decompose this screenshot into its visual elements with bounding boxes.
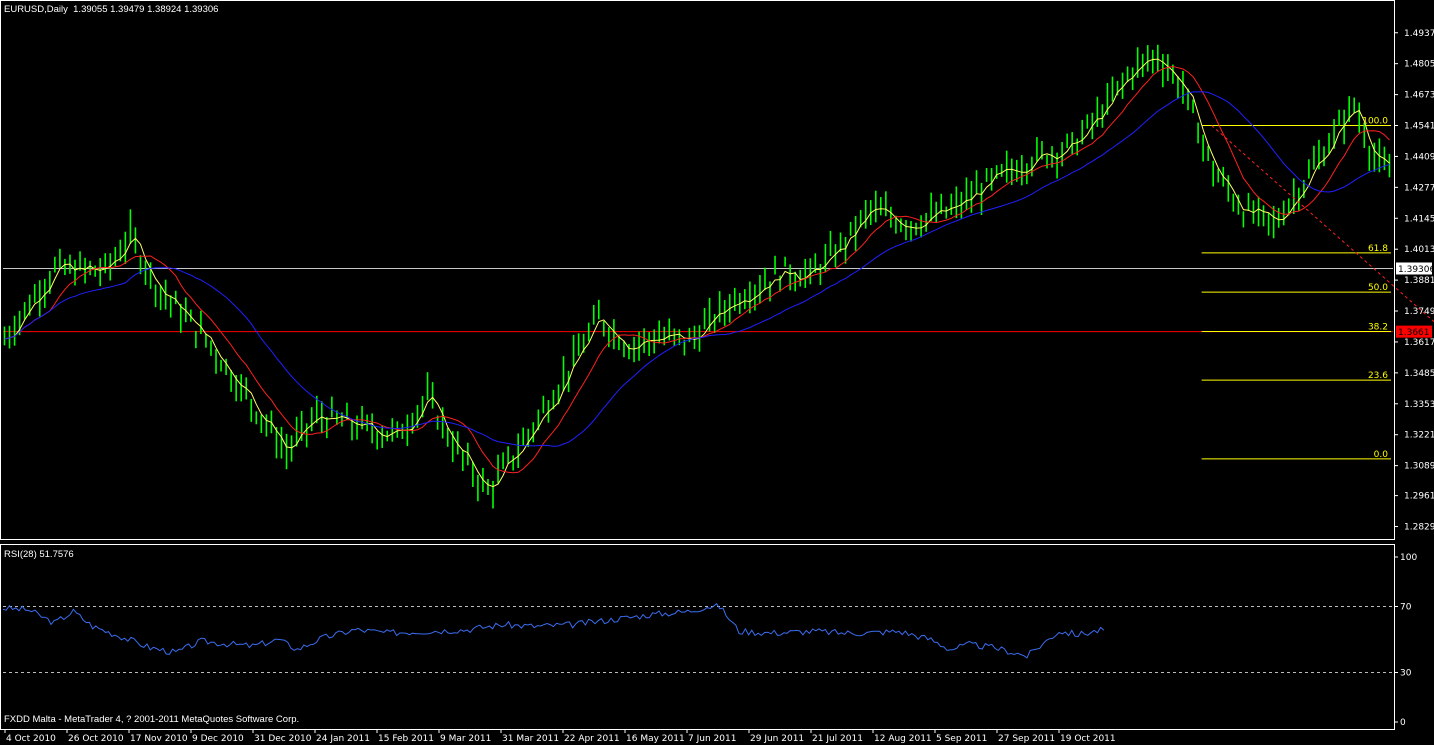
time-tick-label: 17 Nov 2010 xyxy=(130,734,188,744)
price-tick-label: 1.40130 xyxy=(1404,245,1434,255)
price-tick-label: 1.36170 xyxy=(1404,338,1434,348)
price-tick-label: 1.30890 xyxy=(1404,462,1434,472)
time-tick-label: 9 Mar 2011 xyxy=(440,734,491,744)
time-tick-label: 19 Oct 2011 xyxy=(1060,734,1116,744)
rsi-tick-label: 100 xyxy=(1400,553,1417,563)
price-tick-label: 1.46730 xyxy=(1404,91,1434,101)
time-tick-label: 24 Jan 2011 xyxy=(316,734,370,744)
fib-level-label: 0.0 xyxy=(1374,450,1389,460)
fib-level-label: 38.2 xyxy=(1368,323,1388,333)
time-tick-label: 15 Feb 2011 xyxy=(378,734,434,744)
time-tick-label: 9 Dec 2010 xyxy=(192,734,244,744)
time-tick-label: 31 Dec 2010 xyxy=(254,734,312,744)
price-tick-label: 1.37490 xyxy=(1404,307,1434,317)
time-tick-label: 29 Jun 2011 xyxy=(750,734,804,744)
rsi-tick-label: 70 xyxy=(1400,603,1412,613)
time-tick-label: 7 Jun 2011 xyxy=(688,734,736,744)
symbol-header: EURUSD,Daily 1.39055 1.39479 1.38924 1.3… xyxy=(4,4,219,15)
time-tick-label: 27 Sep 2011 xyxy=(998,734,1055,744)
price-tick-label: 1.42770 xyxy=(1404,183,1434,193)
time-tick-label: 5 Sep 2011 xyxy=(936,734,987,744)
metatrader-chart-window[interactable]: 100.0 61.8 50.0 38.2 23.6 0.0 1.49370 1.48050 1… xyxy=(0,0,1434,745)
price-tick-label: 1.29610 xyxy=(1404,492,1434,502)
price-tick-label: 1.41450 xyxy=(1404,214,1434,224)
fib-level-label: 50.0 xyxy=(1368,283,1388,293)
fib-level-label: 100.0 xyxy=(1362,117,1388,127)
fib-level-label: 61.8 xyxy=(1368,244,1388,254)
chart-background xyxy=(0,0,1434,745)
price-tick-label: 1.38810 xyxy=(1404,276,1434,286)
price-tick-label: 1.32210 xyxy=(1404,431,1434,441)
price-tick-label: 1.48050 xyxy=(1404,60,1434,70)
copyright-text: FXDD Malta - MetaTrader 4, ? 2001-2011 M… xyxy=(4,714,300,725)
price-tick-label: 1.28290 xyxy=(1404,523,1434,533)
time-tick-label: 4 Oct 2010 xyxy=(6,734,56,744)
time-tick-label: 22 Apr 2011 xyxy=(564,734,620,744)
time-tick-label: 21 Jul 2011 xyxy=(812,734,863,744)
fib-level-label: 23.6 xyxy=(1368,371,1388,381)
price-tick-label: 1.49370 xyxy=(1404,29,1434,39)
red-level-marker-label: 1.3661 xyxy=(1398,328,1430,338)
rsi-tick-label: 30 xyxy=(1400,669,1412,679)
time-tick-label: 16 May 2011 xyxy=(626,734,685,744)
rsi-tick-label: 0 xyxy=(1400,718,1406,728)
price-tick-label: 1.45410 xyxy=(1404,122,1434,132)
time-tick-label: 12 Aug 2011 xyxy=(874,734,932,744)
rsi-header: RSI(28) 51.7576 xyxy=(4,549,74,560)
price-tick-label: 1.34850 xyxy=(1404,369,1434,379)
price-tick-label: 1.44090 xyxy=(1404,152,1434,162)
current-price-marker-label: 1.39306 xyxy=(1398,265,1434,275)
time-tick-label: 31 Mar 2011 xyxy=(502,734,559,744)
price-tick-label: 1.33530 xyxy=(1404,400,1434,410)
time-tick-label: 26 Oct 2010 xyxy=(68,734,124,744)
